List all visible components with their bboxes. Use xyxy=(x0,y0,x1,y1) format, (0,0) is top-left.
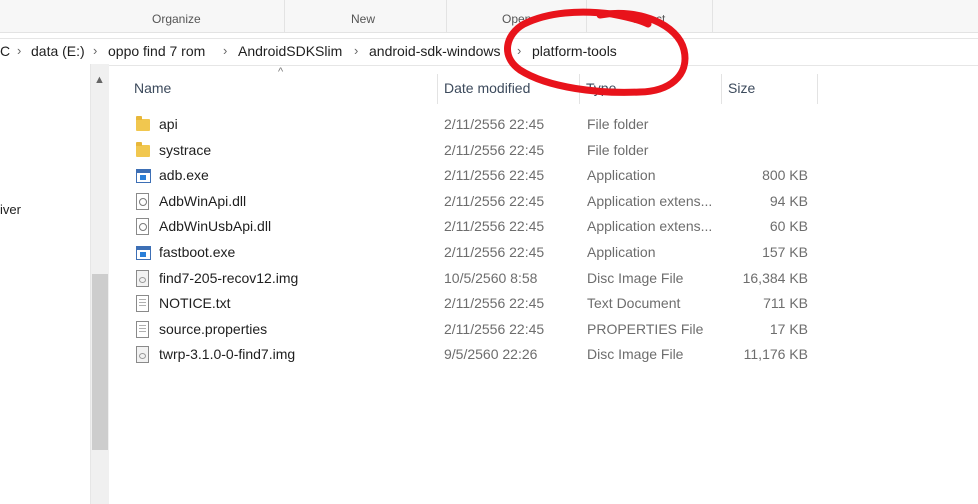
address-bar[interactable]: C › data (E:) › oppo find 7 rom › Androi… xyxy=(0,38,978,66)
column-header-size[interactable]: Size xyxy=(728,80,755,96)
file-name: twrp-3.1.0-0-find7.img xyxy=(159,346,296,363)
ribbon: Organize New Open Select xyxy=(0,0,978,33)
text-document-icon xyxy=(136,295,149,313)
file-date-modified: 2/11/2556 22:45 xyxy=(444,244,545,260)
column-header-row: ^ Name Date modified Type Size xyxy=(108,66,978,110)
breadcrumb-android-sdk-windows[interactable]: android-sdk-windows xyxy=(369,43,501,59)
folder-icon xyxy=(136,141,150,157)
file-name: fastboot.exe xyxy=(159,244,236,260)
breadcrumb-androidsdkslim[interactable]: AndroidSDKSlim xyxy=(238,43,342,59)
file-type: PROPERTIES File xyxy=(587,320,704,337)
nav-item-driver[interactable]: iver xyxy=(0,202,21,217)
file-type: File folder xyxy=(587,141,649,158)
application-icon xyxy=(136,246,151,260)
chevron-right-icon[interactable]: › xyxy=(223,43,227,58)
ribbon-group-open: Open xyxy=(446,0,587,32)
file-name: NOTICE.txt xyxy=(159,295,231,312)
ribbon-label-new: New xyxy=(351,12,376,26)
file-name: AdbWinApi.dll xyxy=(159,192,247,209)
file-size: 16,384 KB xyxy=(742,269,808,286)
ribbon-label-open: Open xyxy=(502,12,532,26)
file-row[interactable]: source.properties 2/11/2556 22:45 PROPERTI… xyxy=(108,317,978,342)
ribbon-group-organize: Organize xyxy=(0,0,285,32)
chevron-right-icon[interactable]: › xyxy=(517,43,521,58)
file-size: 11,176 KB xyxy=(743,346,808,363)
disc-image-icon xyxy=(136,346,149,364)
file-type: Application extens... xyxy=(587,218,713,235)
file-name: api xyxy=(159,116,178,132)
file-date-modified: 2/11/2556 22:45 xyxy=(444,320,545,337)
breadcrumb-data-drive[interactable]: data (E:) xyxy=(31,43,85,59)
file-type: Application xyxy=(587,244,656,260)
ribbon-group-select: Select xyxy=(586,0,713,32)
file-size: 157 KB xyxy=(762,244,808,260)
file-name: adb.exe xyxy=(159,167,209,184)
file-size: 60 KB xyxy=(769,218,808,235)
file-date-modified: 2/11/2556 22:45 xyxy=(444,218,545,235)
breadcrumb-platform-tools[interactable]: platform-tools xyxy=(532,43,617,59)
chevron-right-icon[interactable]: › xyxy=(354,43,358,58)
scroll-thumb[interactable] xyxy=(92,274,108,450)
folder-icon xyxy=(136,116,150,131)
file-name: systrace xyxy=(159,141,212,158)
file-row[interactable]: twrp-3.1.0-0-find7.img 9/5/2560 22:26 Disc… xyxy=(108,342,978,367)
file-date-modified: 2/11/2556 22:45 xyxy=(444,116,545,132)
chevron-right-icon[interactable]: › xyxy=(93,43,97,58)
file-date-modified: 10/5/2560 8:58 xyxy=(444,269,538,286)
file-size: 17 KB xyxy=(769,320,808,337)
ribbon-group-new: New xyxy=(284,0,447,32)
file-type: Application extens... xyxy=(587,192,713,209)
file-name: find7-205-recov12.img xyxy=(159,269,299,286)
dll-icon xyxy=(136,192,149,210)
file-name: AdbWinUsbApi.dll xyxy=(159,218,272,235)
dll-icon xyxy=(136,218,149,236)
file-size: 94 KB xyxy=(769,192,808,209)
file-date-modified: 2/11/2556 22:45 xyxy=(444,141,545,158)
file-name: source.properties xyxy=(159,320,268,337)
file-row[interactable]: AdbWinUsbApi.dll 2/11/2556 22:45 Applicati… xyxy=(108,214,978,239)
navigation-scrollbar[interactable]: ▲ xyxy=(90,64,109,504)
file-date-modified: 9/5/2560 22:26 xyxy=(444,346,538,363)
file-type: File folder xyxy=(587,116,649,132)
column-divider[interactable] xyxy=(817,74,818,104)
file-type: Application xyxy=(587,167,656,184)
scroll-up-arrow-icon[interactable]: ▲ xyxy=(94,74,105,86)
file-row[interactable]: find7-205-recov12.img 10/5/2560 8:58 Disc … xyxy=(108,266,978,291)
column-header-date-modified[interactable]: Date modified xyxy=(444,80,530,96)
file-date-modified: 2/11/2556 22:45 xyxy=(444,295,545,312)
column-divider[interactable] xyxy=(579,74,580,104)
column-divider[interactable] xyxy=(437,74,438,104)
sort-ascending-icon: ^ xyxy=(278,66,284,78)
breadcrumb-oppo-find-7-rom[interactable]: oppo find 7 rom xyxy=(108,43,205,59)
application-icon xyxy=(136,169,151,184)
column-header-type[interactable]: Type xyxy=(586,80,616,96)
file-row[interactable]: NOTICE.txt 2/11/2556 22:45 Text Document 71… xyxy=(108,291,978,316)
file-type: Text Document xyxy=(587,295,681,312)
ribbon-label-select: Select xyxy=(632,12,666,26)
file-row[interactable]: AdbWinApi.dll 2/11/2556 22:45 Application … xyxy=(108,189,978,214)
file-type: Disc Image File xyxy=(587,346,684,363)
disc-image-icon xyxy=(136,269,149,287)
file-row[interactable]: adb.exe 2/11/2556 22:45 Application 800 KB xyxy=(108,163,978,188)
file-date-modified: 2/11/2556 22:45 xyxy=(444,167,545,184)
file-date-modified: 2/11/2556 22:45 xyxy=(444,192,545,209)
file-row[interactable]: fastboot.exe 2/11/2556 22:45 Application 15… xyxy=(108,240,978,265)
file-size: 800 KB xyxy=(762,167,808,184)
file-type: Disc Image File xyxy=(587,269,684,286)
column-divider[interactable] xyxy=(721,74,722,104)
file-size: 711 KB xyxy=(763,295,808,312)
column-header-name[interactable]: Name xyxy=(134,80,171,96)
navigation-pane: iver xyxy=(0,64,90,504)
generic-file-icon xyxy=(136,320,149,338)
file-row[interactable]: api 2/11/2556 22:45 File folder xyxy=(108,112,978,137)
ribbon-label-organize: Organize xyxy=(152,12,201,26)
breadcrumb-this-pc[interactable]: C xyxy=(0,43,10,59)
chevron-right-icon[interactable]: › xyxy=(17,43,21,58)
file-row[interactable]: systrace 2/11/2556 22:45 File folder xyxy=(108,138,978,163)
